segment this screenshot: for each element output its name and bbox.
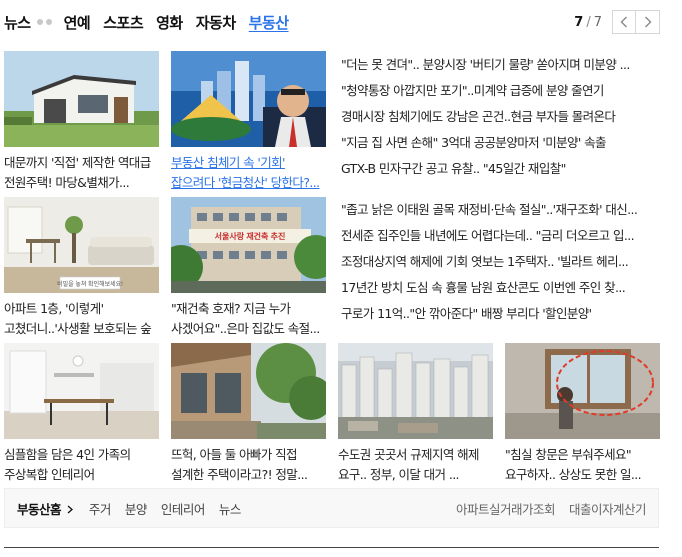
page-current: 7 xyxy=(574,14,584,30)
tab-movies[interactable]: 영화 xyxy=(156,12,183,33)
chevron-left-icon xyxy=(620,16,627,28)
card-thumbnail xyxy=(4,51,159,147)
prev-page-button[interactable] xyxy=(612,10,636,34)
chevron-right-icon xyxy=(644,16,651,28)
card-caption: "재건축 호재? 지금 누가 사겠어요"..은마 집값도 속절... xyxy=(171,301,320,336)
card-thumbnail xyxy=(4,343,159,439)
card-caption: 뜨헉, 아들 둘 아빠가 직접 설계한 주택이라고?! 정말... xyxy=(171,447,308,482)
headline-link[interactable]: "청약통장 아깝지만 포기"..미계약 급증에 분양 줄연기 xyxy=(341,78,656,104)
tab-sports[interactable]: 스포츠 xyxy=(103,12,143,33)
loan-interest-calculator-link[interactable]: 대출이자계산기 xyxy=(569,499,647,518)
tab-real-estate[interactable]: 부동산 xyxy=(249,12,289,33)
news-card[interactable]: 수도권 곳곳서 규제지역 해제 요구.. 정부, 이달 대거 ... xyxy=(338,343,493,485)
headline-link[interactable]: GTX-B 민자구간 공고 유찰.. "45일간 재입찰" xyxy=(341,156,656,182)
divider xyxy=(4,547,659,548)
news-card[interactable]: 심플함을 담은 4인 가족의 주상복합 인테리어 xyxy=(4,343,159,485)
apartment-price-lookup-link[interactable]: 아파트실거래가조회 xyxy=(456,499,556,518)
page-total: 7 xyxy=(593,14,602,30)
card-caption: 심플함을 담은 4인 가족의 주상복합 인테리어 xyxy=(4,447,131,482)
card-thumbnail: 비밀을 놓쳐 확인해보세요! xyxy=(4,197,159,293)
headline-link[interactable]: 전세준 집주인들 내년에도 어렵다는데.. "금리 더오르고 입... xyxy=(341,223,656,249)
category-link-presale[interactable]: 분양 xyxy=(125,499,148,518)
chevron-right-icon xyxy=(67,505,73,513)
card-thumbnail xyxy=(171,343,326,439)
tab-autos[interactable]: 자동차 xyxy=(196,12,236,33)
card-thumbnail: 서울사랑 재건축 추진 xyxy=(171,197,326,293)
thumb-sticker-text: 비밀을 놓쳐 확인해보세요! xyxy=(57,280,123,288)
card-caption: 대문까지 '직접' 제작한 역대급 전원주택! 마당&별채가... xyxy=(4,155,151,190)
news-card[interactable]: 뜨헉, 아들 둘 아빠가 직접 설계한 주택이라고?! 정말... xyxy=(171,343,326,485)
card-caption: 부동산 침체기 속 '기회' 잡으려다 '현금청산' 당한다?... xyxy=(171,155,320,190)
card-caption: 수도권 곳곳서 규제지역 해제 요구.. 정부, 이달 대거 ... xyxy=(338,447,480,482)
thumb-banner-text: 서울사랑 재건축 추진 xyxy=(215,231,286,241)
category-tabs: 뉴스 연예 스포츠 영화 자동차 부동산 xyxy=(4,8,302,36)
headline-link[interactable]: "좁고 낡은 이태원 골목 재정비·단속 절실"..'재구조화' 대신... xyxy=(341,197,656,223)
news-card[interactable]: "침실 창문은 부숴주세요" 요구하자.. 상상도 못한 일... xyxy=(505,343,660,485)
card-caption: 아파트 1층, '이렇게' 고쳤더니..'사생활 보호되는 숲 속... xyxy=(4,301,152,336)
news-card[interactable]: 비밀을 놓쳐 확인해보세요! 아파트 1층, '이렇게' 고쳤더니..'사생활 … xyxy=(4,197,159,339)
home-link-label: 부동산홈 xyxy=(17,501,62,517)
headline-list: "좁고 낡은 이태원 골목 재정비·단속 절실"..'재구조화' 대신... 전… xyxy=(341,197,656,327)
headline-link[interactable]: 조정대상지역 해제에 기회 엿보는 1주택자.. '빌라트 헤리... xyxy=(341,249,656,275)
category-link-interior[interactable]: 인테리어 xyxy=(161,499,206,518)
card-thumbnail xyxy=(505,343,660,439)
card-thumbnail xyxy=(171,51,326,147)
news-card[interactable]: 부동산 침체기 속 '기회' 잡으려다 '현금청산' 당한다?... xyxy=(171,51,326,193)
category-link-housing[interactable]: 주거 xyxy=(89,499,112,518)
page-separator: / xyxy=(586,14,591,30)
headline-link[interactable]: "지금 집 사면 손해" 3억대 공공분양마저 '미분양' 속출 xyxy=(341,130,656,156)
more-dots-icon xyxy=(36,19,52,25)
card-caption: "침실 창문은 부숴주세요" 요구하자.. 상상도 못한 일... xyxy=(505,447,642,482)
headline-link[interactable]: 구로가 11억.."안 깎아준다" 배짱 부리다 '할인분양' xyxy=(341,301,656,327)
section-footer-bar: 부동산홈 주거 분양 인테리어 뉴스 아파트실거래가조회 대출이자계산기 xyxy=(4,488,659,528)
real-estate-home-link[interactable]: 부동산홈 xyxy=(17,499,73,518)
headline-link[interactable]: 17년간 방치 도심 속 흉물 남원 효산콘도 이번엔 주인 찾... xyxy=(341,275,656,301)
next-page-button[interactable] xyxy=(636,10,660,34)
headline-link[interactable]: "더는 못 견뎌".. 분양시장 '버티기 물량' 쏟아지며 미분양 ... xyxy=(341,52,656,78)
news-card[interactable]: 서울사랑 재건축 추진 "재건축 호재? 지금 누가 사겠어요"..은마 집값도… xyxy=(171,197,326,339)
tab-entertainment[interactable]: 연예 xyxy=(64,12,91,33)
headline-link[interactable]: 경매시장 침체기에도 강남은 곤건..현금 부자들 몰려온다 xyxy=(341,104,656,130)
category-link-news[interactable]: 뉴스 xyxy=(219,499,242,518)
news-card[interactable]: 대문까지 '직접' 제작한 역대급 전원주택! 마당&별채가... xyxy=(4,51,159,193)
tab-news[interactable]: 뉴스 xyxy=(4,12,31,33)
pagination: 7 / 7 xyxy=(574,10,660,34)
headline-list: "더는 못 견뎌".. 분양시장 '버티기 물량' 쏟아지며 미분양 ... "… xyxy=(341,52,656,182)
card-thumbnail xyxy=(338,343,493,439)
